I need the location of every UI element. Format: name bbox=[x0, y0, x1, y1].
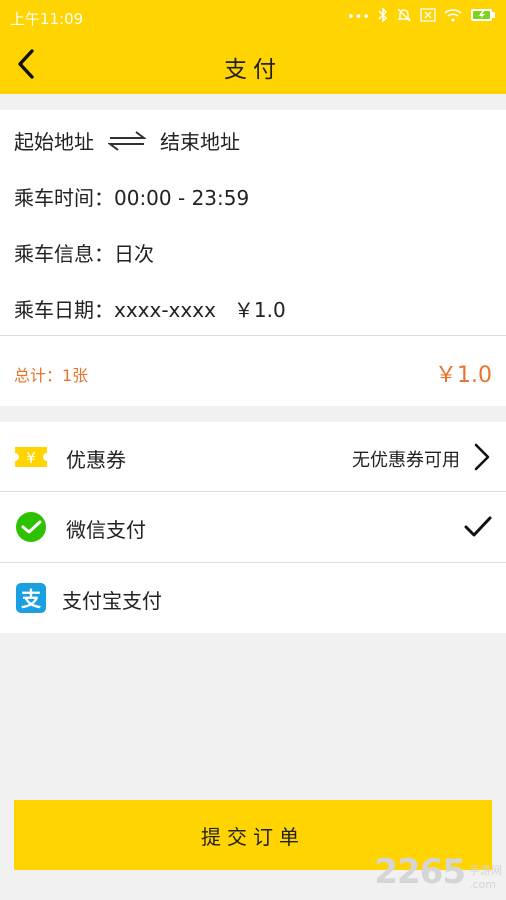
wechat-pay-label: 微信支付 bbox=[66, 518, 146, 542]
wifi-icon bbox=[444, 8, 462, 29]
coupon-row[interactable]: ¥ 优惠券 无优惠券可用 bbox=[0, 422, 506, 492]
coupon-icon: ¥ bbox=[15, 447, 47, 467]
ride-info: 乘车信息：日次 bbox=[14, 242, 154, 266]
swap-arrows-icon[interactable] bbox=[108, 130, 146, 152]
checkmark-icon bbox=[464, 516, 492, 537]
svg-text:¥: ¥ bbox=[26, 449, 36, 467]
status-bar: 上午11:09 ••• bbox=[0, 0, 506, 36]
page-title: 支付 bbox=[224, 57, 282, 83]
alipay-row[interactable]: 支 支付宝支付 bbox=[0, 563, 506, 633]
alipay-label: 支付宝支付 bbox=[62, 589, 162, 613]
watermark-text: 手游网 .com bbox=[469, 864, 502, 892]
watermark-number: 2265 bbox=[374, 852, 466, 892]
address-row: 起始地址 结束地址 bbox=[14, 126, 240, 155]
trip-info-card: 起始地址 结束地址 乘车时间：00:00 - 23:59 乘车信息：日次 乘车日… bbox=[0, 110, 506, 406]
wechat-pay-row[interactable]: 微信支付 bbox=[0, 492, 506, 562]
svg-text:支: 支 bbox=[21, 587, 42, 611]
total-price: ￥1.0 bbox=[435, 363, 492, 388]
status-time: 上午11:09 bbox=[10, 10, 84, 28]
watermark-line1: 手游网 bbox=[469, 864, 502, 877]
ride-time: 乘车时间：00:00 - 23:59 bbox=[14, 186, 250, 210]
status-icons: ••• bbox=[346, 6, 496, 30]
coupon-label: 优惠券 bbox=[66, 448, 126, 472]
more-dots-icon: ••• bbox=[346, 10, 370, 25]
end-address: 结束地址 bbox=[160, 130, 240, 154]
wechat-pay-icon bbox=[16, 512, 46, 542]
mute-icon bbox=[396, 7, 412, 30]
coupon-status: 无优惠券可用 bbox=[352, 450, 460, 471]
title-bar: 支付 bbox=[0, 36, 506, 94]
ride-date-row: 乘车日期：xxxx-xxxx ￥1.0 bbox=[14, 294, 286, 323]
start-address: 起始地址 bbox=[14, 130, 94, 154]
chevron-right-icon bbox=[474, 443, 490, 471]
battery-icon bbox=[470, 8, 496, 29]
bluetooth-icon bbox=[378, 6, 388, 30]
ride-date: 乘车日期：xxxx-xxxx bbox=[14, 298, 216, 322]
sim-icon bbox=[420, 7, 436, 29]
watermark-line2: .com bbox=[469, 878, 496, 891]
payment-options-card: ¥ 优惠券 无优惠券可用 微信支付 支 支付宝支付 bbox=[0, 422, 506, 633]
divider bbox=[0, 335, 506, 336]
alipay-icon: 支 bbox=[16, 583, 46, 613]
watermark-logo: 2265 手游网 .com bbox=[374, 852, 502, 892]
ride-price: ￥1.0 bbox=[233, 298, 286, 322]
total-label: 总计：1张 bbox=[14, 366, 89, 385]
